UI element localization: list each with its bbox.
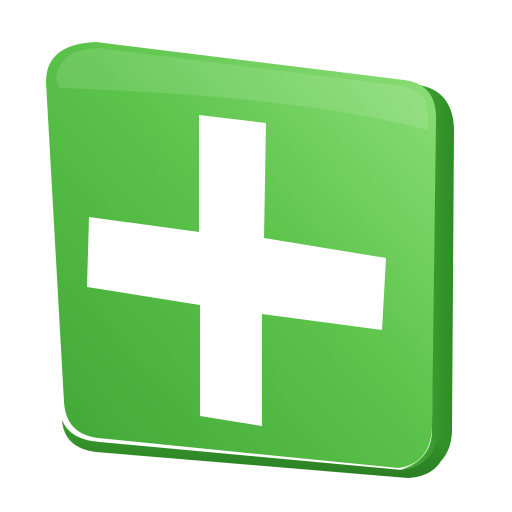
canvas	[0, 0, 512, 512]
add-plus-icon[interactable]	[0, 0, 512, 512]
